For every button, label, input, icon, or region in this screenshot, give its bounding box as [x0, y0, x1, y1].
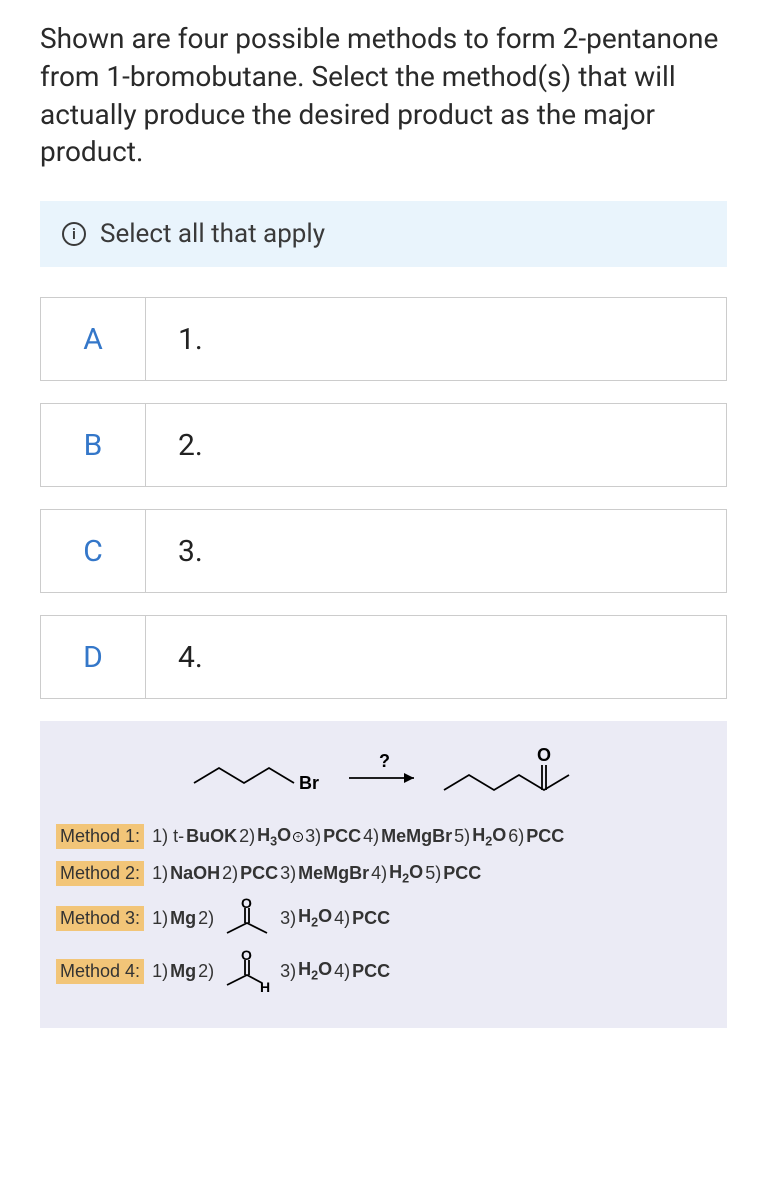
instruction-text: Select all that apply [100, 219, 325, 249]
option-letter[interactable]: A [41, 298, 146, 380]
method-steps: 1) Mg 2) [152, 961, 214, 982]
option-content[interactable]: 2. [146, 404, 726, 486]
option-content[interactable]: 4. [146, 616, 726, 698]
method-label: Method 2: [56, 861, 144, 886]
info-icon: i [62, 222, 86, 246]
svg-text:Br: Br [299, 773, 319, 793]
method-label: Method 1: [56, 824, 144, 849]
method-steps-after: 3) H2O 4) PCC [280, 906, 390, 930]
svg-text:H: H [260, 979, 270, 992]
question-text: Shown are four possible methods to form … [40, 20, 727, 171]
method-steps: 1) Mg 2) [152, 908, 214, 929]
instruction-bar: i Select all that apply [40, 201, 727, 267]
reaction-scheme: Br ? O [56, 745, 711, 800]
method-3-row: Method 3: 1) Mg 2) O 3) H2O 4) PCC [56, 898, 711, 938]
option-content[interactable]: 1. [146, 298, 726, 380]
svg-text:O: O [241, 898, 252, 911]
methods-panel: Br ? O Method 1: 1) t-BuOK 2) H3O+ 3) PC… [40, 721, 727, 1028]
option-content[interactable]: 3. [146, 510, 726, 592]
method-2-row: Method 2: 1) NaOH 2) PCC 3) MeMgBr 4) H2… [56, 861, 711, 886]
option-letter[interactable]: C [41, 510, 146, 592]
method-label: Method 4: [56, 959, 144, 984]
option-c[interactable]: C 3. [40, 509, 727, 593]
svg-text:?: ? [379, 753, 390, 771]
acetone-structure: O [222, 898, 272, 938]
method-steps-after: 3) H2O 4) PCC [280, 959, 390, 983]
method-steps: 1) NaOH 2) PCC 3) MeMgBr 4) H2O 5) PCC [152, 862, 481, 886]
reaction-arrow: ? [344, 753, 424, 793]
acetaldehyde-structure: O H [222, 950, 272, 992]
method-steps: 1) t-BuOK 2) H3O+ 3) PCC 4) MeMgBr 5) H2… [152, 825, 564, 849]
svg-text:O: O [537, 745, 551, 765]
svg-text:O: O [241, 950, 252, 963]
bromobutane-structure: Br [184, 753, 334, 793]
option-letter[interactable]: D [41, 616, 146, 698]
option-a[interactable]: A 1. [40, 297, 727, 381]
method-4-row: Method 4: 1) Mg 2) O H 3) H2O 4) PCC [56, 950, 711, 992]
method-label: Method 3: [56, 906, 144, 931]
pentanone-structure: O [434, 745, 584, 800]
method-1-row: Method 1: 1) t-BuOK 2) H3O+ 3) PCC 4) Me… [56, 824, 711, 849]
option-d[interactable]: D 4. [40, 615, 727, 699]
option-letter[interactable]: B [41, 404, 146, 486]
option-b[interactable]: B 2. [40, 403, 727, 487]
